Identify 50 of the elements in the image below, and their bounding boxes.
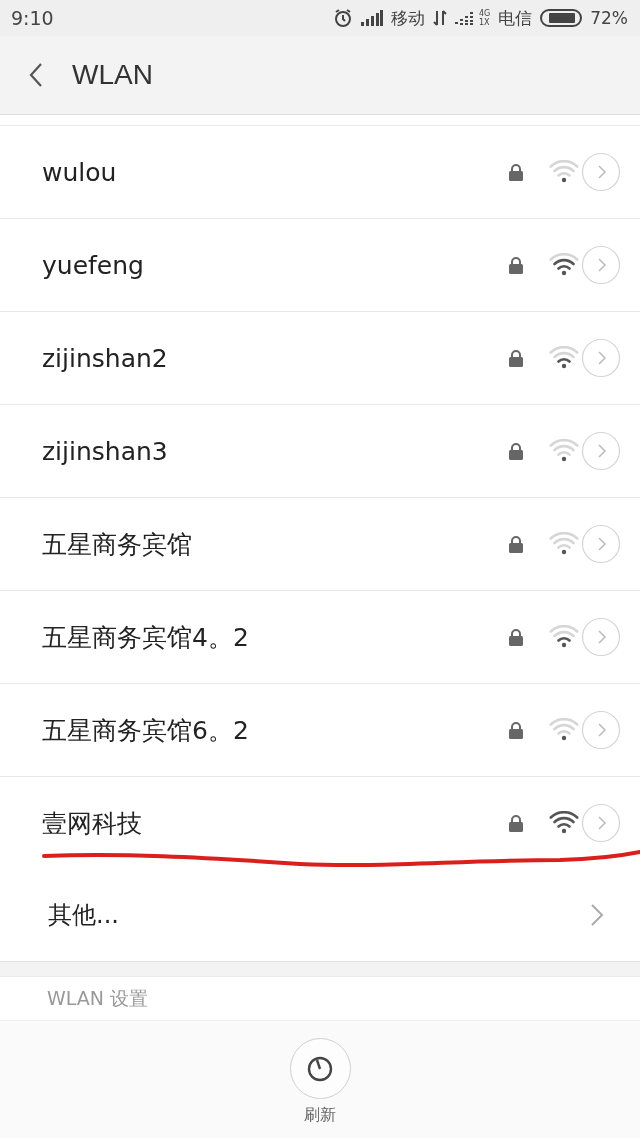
carrier-name: 移动 (390, 6, 425, 30)
wifi-icon (549, 160, 579, 184)
network-type: 4G (478, 9, 491, 18)
network-row[interactable]: 五星商务宾馆 (0, 498, 640, 591)
wifi-icon (549, 532, 579, 556)
data-arrows-icon (432, 9, 447, 27)
page-title: WLAN (72, 59, 153, 91)
details-button[interactable] (581, 152, 621, 192)
network-row[interactable]: 壹网科技 (0, 777, 640, 869)
details-button[interactable] (581, 245, 621, 285)
network-row[interactable]: 五星商务宾馆4。2 (0, 591, 640, 684)
details-button[interactable] (581, 524, 621, 564)
details-button[interactable] (581, 431, 621, 471)
other-label: 其他... (48, 900, 120, 931)
network-name: wulou (42, 157, 118, 187)
back-icon[interactable] (28, 62, 44, 88)
network-name: yuefeng (42, 250, 145, 280)
refresh-label: 刷新 (304, 1105, 336, 1126)
network-name: 五星商务宾馆 (42, 528, 193, 561)
network-name: zijinshan3 (42, 436, 169, 466)
details-button[interactable] (581, 338, 621, 378)
carrier-name: 电信 (498, 6, 533, 30)
details-button[interactable] (581, 710, 621, 750)
network-row[interactable]: zijinshan2 (0, 312, 640, 405)
network-name: 壹网科技 (42, 807, 143, 840)
details-button[interactable] (581, 617, 621, 657)
network-row[interactable]: wulou (0, 126, 640, 219)
wifi-icon (549, 718, 579, 742)
network-name: zijinshan2 (42, 343, 169, 373)
other-networks-item[interactable]: 其他... (0, 869, 640, 961)
battery-percent: 72% (590, 8, 628, 28)
wifi-icon (549, 625, 579, 649)
alarm-clock-icon (332, 8, 353, 28)
network-name: 五星商务宾馆4。2 (42, 621, 250, 654)
battery-icon (540, 9, 583, 27)
chevron-right-icon (590, 903, 604, 927)
network-name: 五星商务宾馆6。2 (42, 714, 250, 747)
wifi-icon (549, 253, 579, 277)
network-row[interactable]: zijinshan3 (0, 405, 640, 498)
status-time: 9:10 (11, 7, 54, 29)
section-header: WLAN 设置 (47, 985, 149, 1011)
network-type: 1X (478, 18, 491, 27)
wifi-icon (549, 346, 579, 370)
network-row[interactable]: yuefeng (0, 219, 640, 312)
network-row[interactable]: 五星商务宾馆6。2 (0, 684, 640, 777)
details-button[interactable] (581, 803, 621, 843)
timer-icon (306, 1054, 334, 1083)
wifi-icon (549, 811, 579, 835)
signal-icon (360, 10, 383, 26)
wifi-icon (549, 439, 579, 463)
